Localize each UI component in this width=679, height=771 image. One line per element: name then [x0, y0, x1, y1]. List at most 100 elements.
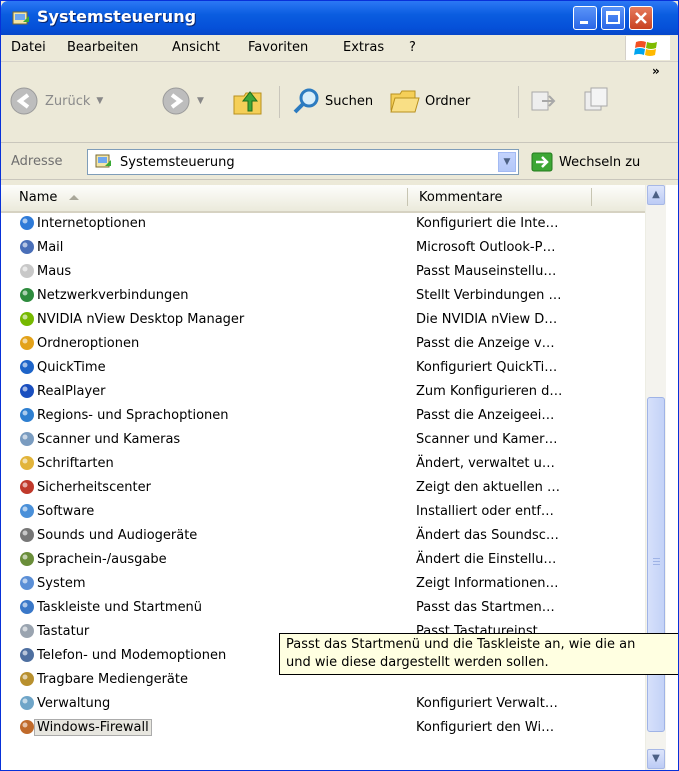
toolbar-separator	[518, 86, 519, 118]
portable-media-icon	[20, 672, 34, 686]
list-item[interactable]: Windows-Firewall Konfiguriert den Wi…	[1, 717, 661, 741]
vertical-scrollbar[interactable]: ▲ ▼	[645, 185, 666, 770]
forward-button[interactable]: ▼	[161, 86, 204, 116]
column-divider[interactable]	[407, 188, 408, 206]
back-arrow-icon	[10, 87, 38, 115]
item-comment: Ändert das Soundsc…	[416, 528, 559, 543]
list-item[interactable]: Verwaltung Konfiguriert Verwalt…	[1, 693, 661, 717]
scroll-up-button[interactable]: ▲	[647, 185, 665, 205]
menu-help[interactable]: ?	[409, 40, 416, 55]
minimize-button[interactable]	[573, 6, 597, 30]
standard-toolbar: Zurück ▼ ▼ Suchen Ordner »	[1, 62, 678, 143]
list-item[interactable]: Taskleiste und Startmenü Passt das Startm…	[1, 597, 661, 621]
item-name: NVIDIA nView Desktop Manager	[37, 312, 245, 327]
forward-arrow-icon	[162, 87, 190, 115]
item-comment: Microsoft Outlook-P…	[416, 240, 556, 255]
item-name: Telefon- und Modemoptionen	[37, 648, 227, 663]
control-panel-icon	[95, 154, 111, 168]
close-button[interactable]	[629, 6, 653, 30]
go-button[interactable]: Wechseln zu	[531, 152, 640, 172]
folders-button[interactable]: Ordner	[389, 86, 470, 116]
item-name: Maus	[37, 264, 72, 279]
menu-datei[interactable]: Datei	[11, 40, 46, 55]
list-item[interactable]: Software Installiert oder entf…	[1, 501, 661, 525]
back-button[interactable]: Zurück ▼	[9, 86, 103, 116]
column-header-comment[interactable]: Kommentare	[419, 190, 503, 205]
menu-favoriten[interactable]: Favoriten	[248, 40, 308, 55]
list-item[interactable]: Mail Microsoft Outlook-P…	[1, 237, 661, 261]
column-comment-label: Kommentare	[419, 190, 503, 205]
item-name: Windows-Firewall	[34, 719, 152, 736]
item-name: Schriftarten	[37, 456, 114, 471]
windows-logo	[625, 36, 670, 60]
scroll-down-button[interactable]: ▼	[647, 749, 665, 769]
item-comment: Konfiguriert den Wi…	[416, 720, 555, 735]
search-button[interactable]: Suchen	[291, 86, 373, 116]
list-item[interactable]: QuickTime Konfiguriert QuickTi…	[1, 357, 661, 381]
item-name: Ordneroptionen	[37, 336, 140, 351]
item-name: Regions- und Sprachoptionen	[37, 408, 229, 423]
list-item[interactable]: Internetoptionen Konfiguriert die Inte…	[1, 213, 661, 237]
item-name: Sicherheitscenter	[37, 480, 151, 495]
list-item[interactable]: System Zeigt Informationen…	[1, 573, 661, 597]
title-bar[interactable]: Systemsteuerung	[1, 1, 678, 35]
network-connections-icon	[20, 288, 34, 302]
explorer-window: Systemsteuerung Datei Bearbeiten Ansicht…	[0, 0, 679, 771]
search-icon	[293, 88, 319, 114]
up-button[interactable]	[231, 84, 265, 118]
speech-icon	[20, 552, 34, 566]
software-icon	[20, 504, 34, 518]
item-comment: Passt Mauseinstellu…	[416, 264, 557, 279]
column-divider[interactable]	[591, 188, 592, 206]
regional-options-icon	[20, 408, 34, 422]
scroll-thumb[interactable]	[647, 397, 665, 732]
menu-ansicht[interactable]: Ansicht	[172, 40, 220, 55]
list-item[interactable]: Netzwerkverbindungen Stellt Verbindungen …	[1, 285, 661, 309]
address-bar: Adresse Systemsteuerung ▼ Wechseln zu	[1, 143, 678, 180]
list-item[interactable]: Regions- und Sprachoptionen Passt die Anz…	[1, 405, 661, 429]
toolbar-overflow-button[interactable]: »	[652, 64, 660, 78]
scanner-camera-icon	[20, 432, 34, 446]
admin-tools-icon	[20, 696, 34, 710]
maximize-button[interactable]	[601, 6, 625, 30]
forward-dropdown-icon[interactable]: ▼	[197, 96, 204, 106]
move-to-icon	[531, 91, 556, 111]
list-item[interactable]: Ordneroptionen Passt die Anzeige v…	[1, 333, 661, 357]
windows-flag-icon	[634, 41, 657, 56]
list-item[interactable]: Scanner und Kameras Scanner und Kamer…	[1, 429, 661, 453]
mouse-icon	[20, 264, 34, 278]
item-comment: Konfiguriert QuickTi…	[416, 360, 558, 375]
item-name: Software	[37, 504, 95, 519]
list-item[interactable]: Sprachein-/ausgabe Ändert die Einstellu…	[1, 549, 661, 573]
item-comment: Passt die Anzeige v…	[416, 336, 555, 351]
security-center-icon	[20, 480, 34, 494]
system-icon	[20, 576, 34, 590]
firewall-icon	[20, 720, 34, 734]
list-item[interactable]: Maus Passt Mauseinstellu…	[1, 261, 661, 285]
item-comment: Scanner und Kamer…	[416, 432, 558, 447]
mail-icon	[20, 240, 34, 254]
address-input[interactable]: Systemsteuerung ▼	[87, 149, 519, 175]
address-value: Systemsteuerung	[120, 155, 235, 170]
list-item[interactable]: RealPlayer Zum Konfigurieren d…	[1, 381, 661, 405]
list-item[interactable]: Schriftarten Ändert, verwaltet u…	[1, 453, 661, 477]
item-comment: Zum Konfigurieren d…	[416, 384, 563, 399]
folder-options-icon	[20, 336, 34, 350]
menu-bearbeiten[interactable]: Bearbeiten	[67, 40, 138, 55]
address-dropdown-icon[interactable]: ▼	[498, 152, 516, 172]
list-item[interactable]: NVIDIA nView Desktop Manager Die NVIDIA n…	[1, 309, 661, 333]
back-dropdown-icon[interactable]: ▼	[96, 96, 103, 106]
go-arrow-icon	[531, 152, 553, 172]
menu-extras[interactable]: Extras	[343, 40, 384, 55]
copy-to-button[interactable]	[581, 86, 611, 116]
list-item[interactable]: Sounds und Audiogeräte Ändert das Soundsc…	[1, 525, 661, 549]
file-list: Name Kommentare Internetoptionen Konfigur…	[1, 185, 678, 770]
item-comment: Ändert die Einstellu…	[416, 552, 557, 567]
list-item[interactable]: Sicherheitscenter Zeigt den aktuellen …	[1, 477, 661, 501]
item-comment: Konfiguriert die Inte…	[416, 216, 559, 231]
column-header-name[interactable]: Name	[19, 190, 80, 205]
sounds-icon	[20, 528, 34, 542]
phone-modem-icon	[20, 648, 34, 662]
window-title: Systemsteuerung	[37, 7, 197, 26]
move-to-button[interactable]	[528, 86, 558, 116]
